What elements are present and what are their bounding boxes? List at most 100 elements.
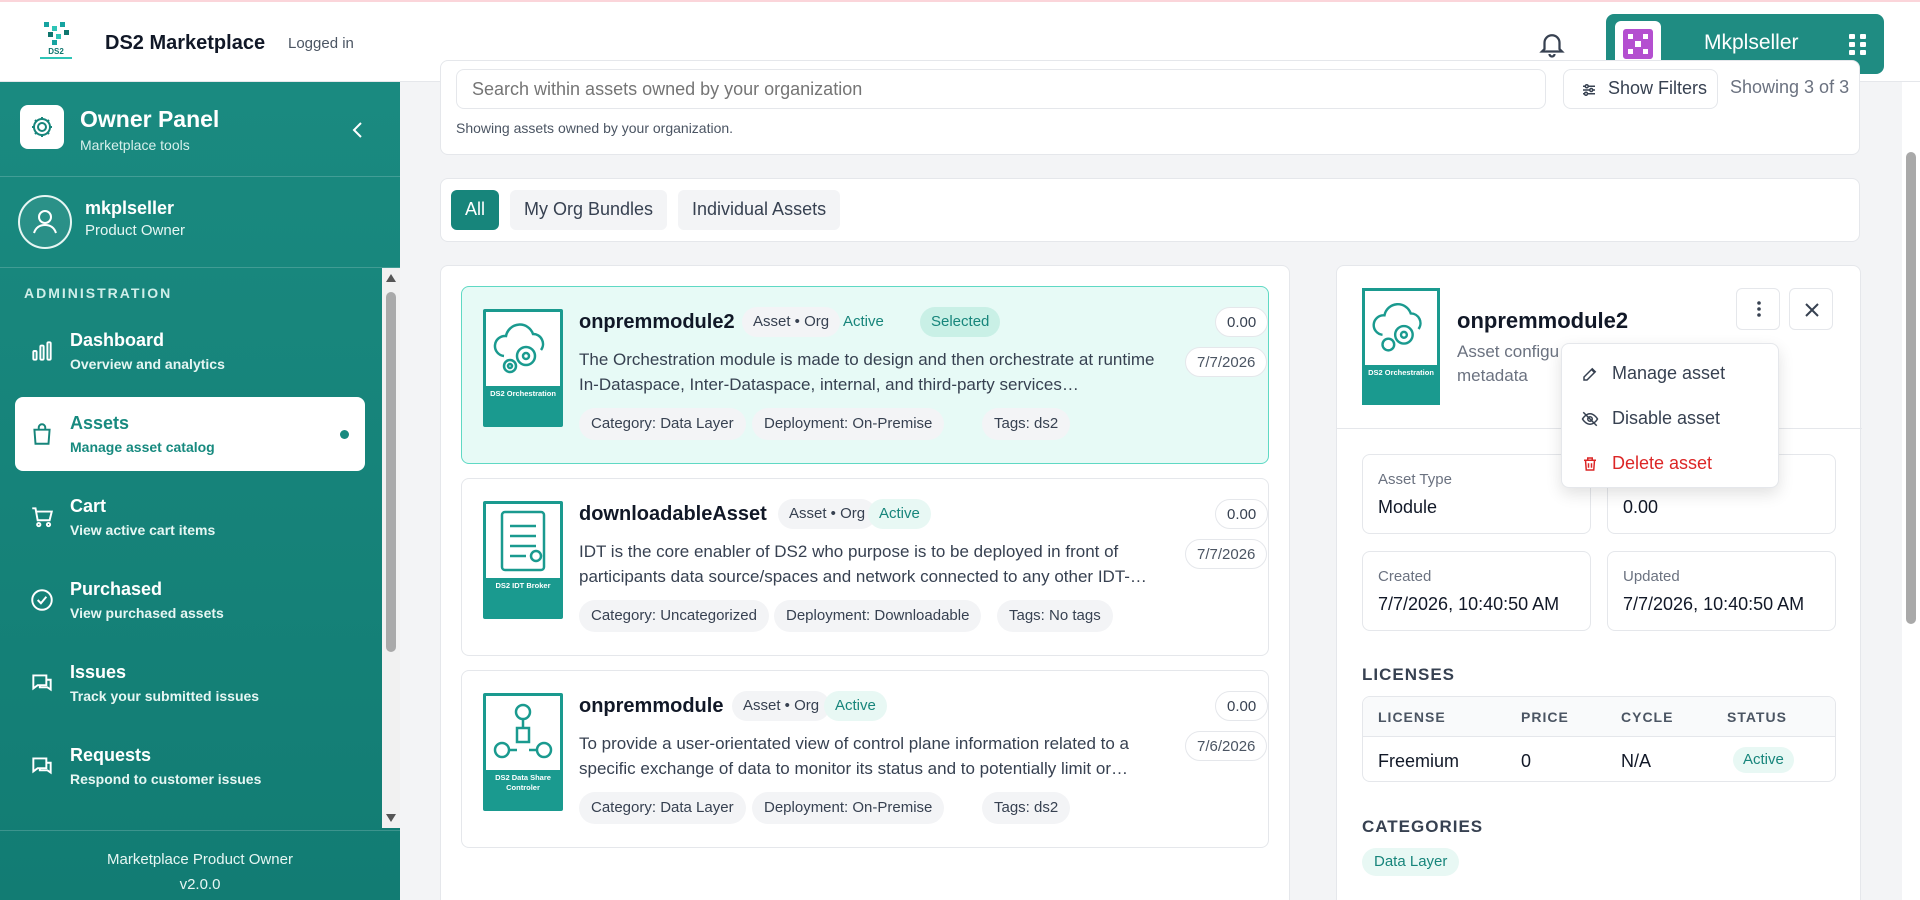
scope-badge: Asset • Org (778, 499, 877, 529)
sidebar-user: mkplseller Product Owner (0, 178, 400, 268)
close-icon (1805, 303, 1819, 317)
asset-thumbnail: DS2 IDT Broker (483, 501, 563, 619)
category-chip: Category: Data Layer (579, 408, 746, 440)
date-badge: 7/7/2026 (1185, 539, 1268, 569)
sidebar-scrollbar[interactable] (382, 268, 400, 828)
field-value: 7/7/2026, 10:40:50 AM (1623, 594, 1805, 614)
asset-thumbnail: DS2 Orchestration (483, 309, 563, 427)
sidebar-item-label: Cart (70, 496, 107, 516)
chat-icon (29, 670, 55, 696)
asset-card[interactable]: DS2 IDT Broker downloadableAsset Asset •… (461, 478, 1269, 656)
asset-card[interactable]: DS2 Orchestration onpremmodule2 Asset • … (461, 286, 1269, 464)
asset-description: To provide a user-orientated view of con… (579, 734, 1129, 778)
sidebar-item-assets[interactable]: Assets Manage asset catalog (15, 397, 365, 471)
bell-icon[interactable] (1537, 29, 1567, 59)
menu-item-label: Disable asset (1612, 408, 1721, 428)
licenses-heading: LICENSES (1362, 665, 1456, 684)
tab-individual-assets[interactable]: Individual Assets (678, 190, 841, 230)
filter-tabs: All My Org Bundles Individual Assets (440, 178, 1860, 242)
asset-thumbnail: DS2 Orchestration (1362, 288, 1440, 405)
tags-chip: Tags: No tags (997, 600, 1113, 632)
license-price: 0 (1521, 751, 1532, 771)
tags-chip: Tags: ds2 (982, 408, 1071, 440)
status-badge: Active (824, 691, 887, 721)
gear-icon (20, 105, 64, 149)
detail-title: onpremmodule2 (1457, 308, 1629, 333)
search-input[interactable] (456, 69, 1546, 109)
svg-text:DS2: DS2 (48, 47, 64, 56)
field-label: Asset Type (1378, 471, 1452, 488)
sliders-icon (1583, 84, 1595, 96)
scrollbar-thumb[interactable] (386, 292, 396, 652)
check-circle-icon (29, 587, 55, 613)
field-created: Created 7/7/2026, 10:40:50 AM (1362, 551, 1591, 631)
show-filters-button[interactable]: Show Filters (1563, 69, 1718, 109)
eye-off-icon (1581, 411, 1599, 427)
sidebar-item-requests[interactable]: Requests Respond to customer issues (15, 729, 365, 803)
ds2-logo[interactable]: DS2 (30, 20, 82, 64)
sidebar-item-issues[interactable]: Issues Track your submitted issues (15, 646, 365, 720)
field-label: Created (1378, 568, 1432, 585)
chevron-left-icon[interactable] (346, 118, 370, 142)
sidebar-item-desc: Manage asset catalog (70, 439, 215, 455)
panel-title: Owner Panel (80, 106, 220, 132)
scrollbar-thumb[interactable] (1906, 152, 1916, 624)
sidebar: Owner Panel Marketplace tools mkplseller… (0, 82, 400, 900)
disable-asset-menu-item[interactable]: Disable asset (1562, 399, 1780, 439)
field-updated: Updated 7/7/2026, 10:40:50 AM (1607, 551, 1836, 631)
filters-label: Show Filters (1608, 78, 1708, 98)
thumbnail-caption: DS2 Orchestration (490, 389, 556, 398)
sidebar-item-cart[interactable]: Cart View active cart items (15, 480, 365, 554)
shopping-bag-icon (29, 421, 55, 447)
column-header: CYCLE (1621, 709, 1674, 725)
status-badge: Active (843, 313, 884, 330)
tab-my-org-bundles[interactable]: My Org Bundles (510, 190, 668, 230)
sidebar-user-name: mkplseller (85, 198, 175, 218)
license-cycle: N/A (1621, 751, 1652, 771)
sidebar-item-desc: View active cart items (70, 522, 216, 538)
category-chip: Category: Uncategorized (579, 600, 769, 632)
user-name: Mkplseller (1704, 31, 1799, 54)
delete-asset-menu-item[interactable]: Delete asset (1562, 444, 1780, 484)
more-options-button[interactable] (1736, 288, 1780, 330)
user-icon (18, 195, 72, 249)
date-badge: 7/7/2026 (1185, 347, 1268, 377)
sidebar-user-role: Product Owner (85, 222, 186, 239)
column-header: LICENSE (1378, 709, 1446, 725)
asset-actions-menu: Manage asset Disable asset Delete asset (1561, 343, 1779, 488)
category-chip: Data Layer (1362, 848, 1460, 876)
asset-description: IDT is the core enabler of DS2 who purpo… (579, 542, 1147, 586)
scope-badge: Asset • Org (742, 307, 841, 337)
status-badge: Active (1733, 747, 1794, 773)
asset-name[interactable]: onpremmodule2 (579, 311, 735, 334)
tab-all[interactable]: All (451, 190, 500, 230)
sidebar-item-desc: Overview and analytics (70, 356, 225, 372)
bar-chart-icon (29, 338, 55, 364)
login-status: Logged in (288, 35, 354, 52)
asset-name[interactable]: onpremmodule (579, 695, 723, 718)
footer-title: Marketplace Product Owner (107, 851, 293, 868)
field-value: 0.00 (1623, 497, 1659, 517)
price-badge: 0.00 (1215, 691, 1269, 721)
thumbnail-caption: DS2 IDT Broker (495, 581, 551, 590)
apps-grid-icon[interactable] (1846, 32, 1870, 56)
asset-description: The Orchestration module is made to desi… (579, 350, 1155, 394)
scope-badge: Asset • Org (732, 691, 831, 721)
manage-asset-menu-item[interactable]: Manage asset (1562, 354, 1780, 394)
close-button[interactable] (1789, 288, 1833, 330)
page-scrollbar[interactable] (1902, 82, 1920, 900)
date-badge: 7/6/2026 (1185, 731, 1268, 761)
edit-icon (1583, 367, 1597, 381)
price-badge: 0.00 (1215, 499, 1269, 529)
price-badge: 0.00 (1215, 307, 1269, 337)
asset-card[interactable]: DS2 Data Share Controler onpremmodule As… (461, 670, 1269, 848)
sidebar-footer: Marketplace Product Owner v2.0.0 (0, 830, 400, 900)
status-badge: Active (868, 499, 931, 529)
asset-thumbnail: DS2 Data Share Controler (483, 693, 563, 811)
sidebar-item-dashboard[interactable]: Dashboard Overview and analytics (15, 314, 365, 388)
app-title[interactable]: DS2 Marketplace (105, 32, 265, 55)
panel-subtitle: Marketplace tools (80, 137, 190, 153)
asset-name[interactable]: downloadableAsset (579, 503, 767, 526)
license-name: Freemium (1378, 751, 1460, 771)
sidebar-item-purchased[interactable]: Purchased View purchased assets (15, 563, 365, 637)
